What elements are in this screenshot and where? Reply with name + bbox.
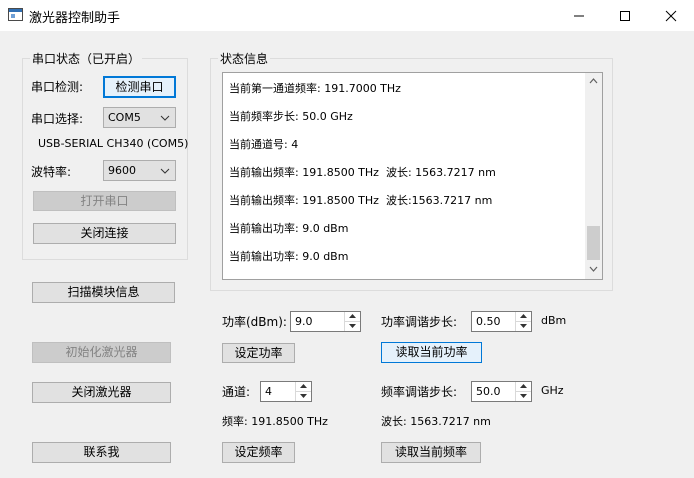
frequency-readout: 频率: 191.8500 THz xyxy=(222,415,328,428)
scroll-up-icon[interactable] xyxy=(589,78,598,84)
power-spinbox[interactable]: 9.0 xyxy=(290,311,361,332)
minimize-button[interactable] xyxy=(556,0,602,31)
caret-up-icon xyxy=(520,384,527,388)
port-select[interactable]: COM5 xyxy=(103,107,176,128)
freq-step-label: 频率调谐步长: xyxy=(381,385,458,399)
caret-down-icon xyxy=(520,324,527,328)
freq-step-spinbox[interactable]: 50.0 xyxy=(471,381,532,402)
scroll-down-icon[interactable] xyxy=(589,266,598,272)
read-power-button[interactable]: 读取当前功率 xyxy=(381,342,482,363)
open-port-button[interactable]: 打开串口 xyxy=(33,191,176,211)
contact-me-button[interactable]: 联系我 xyxy=(32,442,171,463)
power-decrement[interactable] xyxy=(345,322,360,331)
power-step-decrement[interactable] xyxy=(516,322,531,331)
baud-select[interactable]: 9600 xyxy=(103,160,176,181)
set-frequency-button[interactable]: 设定频率 xyxy=(222,442,295,463)
maximize-icon xyxy=(620,11,630,21)
serial-detect-label: 串口检测: xyxy=(31,80,84,94)
window-title: 激光器控制助手 xyxy=(29,11,121,26)
wavelength-readout: 波长: 1563.7217 nm xyxy=(381,415,491,428)
close-icon xyxy=(665,10,677,22)
port-select-value: COM5 xyxy=(108,111,141,124)
freq-step-decrement[interactable] xyxy=(516,392,531,401)
status-line: 当前输出频率: 191.8500 THz 波长:1563.7217 nm xyxy=(229,194,493,207)
close-connection-button[interactable]: 关闭连接 xyxy=(33,223,176,244)
maximize-button[interactable] xyxy=(602,0,648,31)
freq-step-increment[interactable] xyxy=(516,382,531,392)
power-step-spinbox[interactable]: 0.50 xyxy=(471,311,532,332)
set-power-button[interactable]: 设定功率 xyxy=(222,343,295,363)
chevron-down-icon xyxy=(160,115,170,121)
channel-label: 通道: xyxy=(222,385,251,399)
app-window-icon xyxy=(8,8,23,21)
chevron-down-icon xyxy=(160,168,170,174)
status-group-title: 状态信息 xyxy=(218,50,271,67)
close-window-button[interactable] xyxy=(648,0,694,31)
freq-step-value: 50.0 xyxy=(476,385,501,398)
status-scrollbar[interactable] xyxy=(585,73,602,279)
init-laser-button[interactable]: 初始化激光器 xyxy=(32,342,171,363)
status-line: 当前通道号: 4 xyxy=(229,138,299,151)
minimize-icon xyxy=(574,15,584,17)
power-step-increment[interactable] xyxy=(516,312,531,322)
scrollbar-thumb[interactable] xyxy=(587,226,600,260)
caret-up-icon xyxy=(349,314,356,318)
channel-decrement[interactable] xyxy=(296,392,311,401)
status-line: 当前输出功率: 9.0 dBm xyxy=(229,250,349,263)
power-value: 9.0 xyxy=(295,315,313,328)
status-line: 当前输出频率: 191.8500 THz 波长: 1563.7217 nm xyxy=(229,166,496,179)
caret-down-icon xyxy=(520,394,527,398)
power-increment[interactable] xyxy=(345,312,360,322)
shutdown-laser-button[interactable]: 关闭激光器 xyxy=(32,382,171,403)
channel-spinbox[interactable]: 4 xyxy=(260,381,312,402)
caret-up-icon xyxy=(520,314,527,318)
channel-increment[interactable] xyxy=(296,382,311,392)
status-line: 当前频率步长: 50.0 GHz xyxy=(229,110,353,123)
baud-label: 波特率: xyxy=(31,165,72,179)
detect-port-button[interactable]: 检测串口 xyxy=(103,76,176,98)
status-line: 当前第一通道频率: 191.7000 THz xyxy=(229,82,401,95)
serial-select-label: 串口选择: xyxy=(31,112,84,126)
scan-module-button[interactable]: 扫描模块信息 xyxy=(32,282,175,303)
power-label: 功率(dBm): xyxy=(222,315,287,329)
status-log-textarea[interactable]: 当前第一通道频率: 191.7000 THz 当前频率步长: 50.0 GHz … xyxy=(222,72,603,280)
caret-down-icon xyxy=(300,394,307,398)
port-description: USB-SERIAL CH340 (COM5) xyxy=(38,137,189,150)
caret-up-icon xyxy=(300,384,307,388)
power-step-value: 0.50 xyxy=(476,315,501,328)
power-step-unit: dBm xyxy=(541,314,567,327)
power-step-label: 功率调谐步长: xyxy=(381,315,458,329)
serial-group-title: 串口状态（已开启） xyxy=(30,50,143,67)
freq-step-unit: GHz xyxy=(541,384,564,397)
caret-down-icon xyxy=(349,324,356,328)
channel-value: 4 xyxy=(265,385,272,398)
read-frequency-button[interactable]: 读取当前频率 xyxy=(381,442,481,463)
status-line: 当前输出功率: 9.0 dBm xyxy=(229,222,349,235)
baud-select-value: 9600 xyxy=(108,164,136,177)
